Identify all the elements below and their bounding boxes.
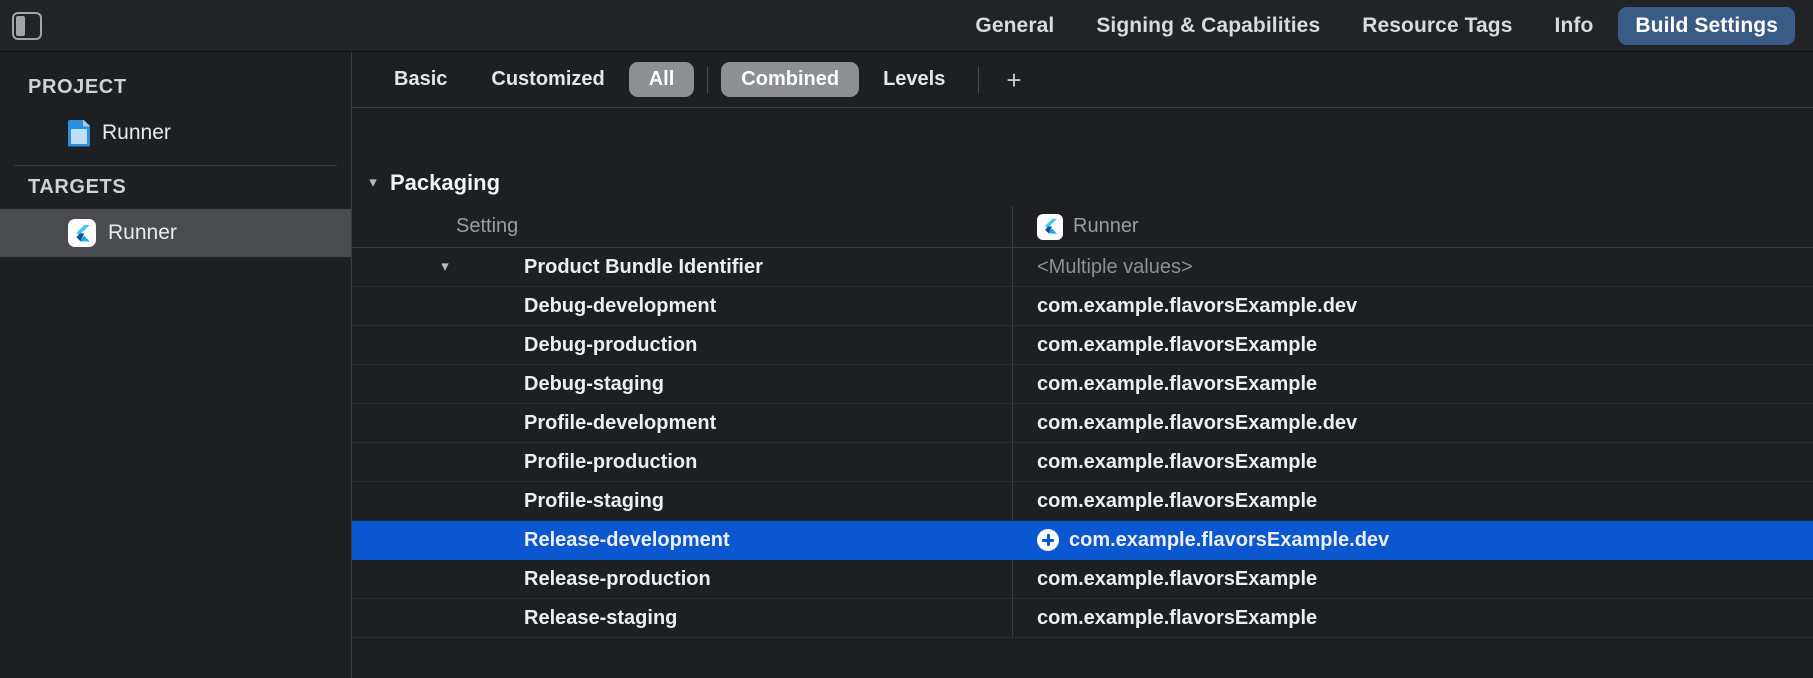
column-header-setting-label: Setting <box>456 215 519 237</box>
build-settings-pane: Basic Customized All Combined Levels + ▾ Pack… <box>352 52 1813 678</box>
chevron-down-icon[interactable]: ▾ <box>438 257 452 275</box>
configuration-value-cell[interactable]: com.example.flavorsExample.dev <box>1012 287 1813 325</box>
sidebar-toggle-fill <box>16 15 25 36</box>
configuration-value: com.example.flavorsExample.dev <box>1037 411 1358 434</box>
configuration-value: com.example.flavorsExample <box>1037 372 1318 395</box>
configuration-rows: Debug-development com.example.flavorsExam… <box>352 287 1813 638</box>
table-row[interactable]: Release-development com.example.flavorsEx… <box>352 521 1813 560</box>
sidebar-left-panel-icon[interactable] <box>12 11 42 40</box>
filter-combined[interactable]: Combined <box>721 62 860 97</box>
configuration-value-cell[interactable]: com.example.flavorsExample <box>1012 599 1813 637</box>
configuration-name-cell: Release-production <box>352 568 1012 591</box>
sidebar-item-label: Runner <box>108 221 177 244</box>
configuration-value: com.example.flavorsExample.dev <box>1069 528 1390 551</box>
editor-tabs: General Signing & Capabilities Resource Ta… <box>958 6 1795 46</box>
tab-info[interactable]: Info <box>1538 7 1611 45</box>
table-row[interactable]: Debug-staging com.example.flavorsExample <box>352 365 1813 404</box>
configuration-name: Release-staging <box>524 606 678 629</box>
sidebar-item-project-runner[interactable]: Runner <box>0 109 351 157</box>
configuration-name: Release-production <box>524 567 711 590</box>
add-filter-button[interactable]: + <box>992 65 1035 95</box>
setting-name-cell: ▾ Product Bundle Identifier <box>352 256 1012 279</box>
configuration-name: Debug-staging <box>524 372 664 395</box>
chevron-down-icon[interactable]: ▾ <box>366 173 380 191</box>
tab-general[interactable]: General <box>958 7 1071 45</box>
table-row[interactable]: Profile-staging com.example.flavorsExampl… <box>352 482 1813 521</box>
configuration-value: com.example.flavorsExample.dev <box>1037 294 1358 317</box>
tab-resource-tags[interactable]: Resource Tags <box>1345 7 1529 45</box>
add-value-icon[interactable] <box>1037 529 1059 551</box>
sidebar-group-label-targets: TARGETS <box>28 176 127 198</box>
filter-levels[interactable]: Levels <box>863 62 965 97</box>
editor-tab-bar: General Signing & Capabilities Resource Ta… <box>0 0 1813 52</box>
flutter-logo-icon <box>1037 213 1063 240</box>
table-column-header: Setting Runner <box>352 206 1813 248</box>
configuration-name: Profile-staging <box>524 489 665 512</box>
configuration-name-cell: Debug-staging <box>352 373 1012 396</box>
filter-separator <box>978 66 980 93</box>
configuration-value: com.example.flavorsExample <box>1037 450 1318 473</box>
configuration-name-cell: Debug-production <box>352 334 1012 357</box>
configuration-value: com.example.flavorsExample <box>1037 489 1318 512</box>
configuration-value-cell[interactable]: com.example.flavorsExample.dev <box>1012 404 1813 442</box>
filter-separator <box>707 66 709 93</box>
filter-all[interactable]: All <box>628 62 695 97</box>
configuration-name-cell: Release-staging <box>352 607 1012 630</box>
tab-signing-capabilities[interactable]: Signing & Capabilities <box>1079 7 1337 45</box>
filter-customized[interactable]: Customized <box>471 62 624 97</box>
section-title: Packaging <box>390 170 501 195</box>
configuration-name: Debug-production <box>524 333 698 356</box>
sidebar-item-label: Runner <box>102 121 171 144</box>
configuration-name-cell: Profile-development <box>352 412 1012 435</box>
configuration-value-cell[interactable]: com.example.flavorsExample <box>1012 365 1813 403</box>
document-icon <box>68 119 90 147</box>
configuration-value-cell[interactable]: com.example.flavorsExample.dev <box>1012 521 1813 559</box>
xcode-build-settings-window: General Signing & Capabilities Resource Ta… <box>0 0 1813 678</box>
table-row[interactable]: Profile-development com.example.flavorsEx… <box>352 404 1813 443</box>
column-header-target-cell: Runner <box>1012 206 1813 247</box>
table-row[interactable]: Release-staging com.example.flavorsExampl… <box>352 599 1813 638</box>
section-header-packaging[interactable]: ▾ Packaging <box>352 160 1813 206</box>
setting-value: <Multiple values> <box>1037 255 1193 278</box>
build-settings-table: ▾ Packaging Setting Runner ▾ Product Bun… <box>352 108 1813 678</box>
filter-basic[interactable]: Basic <box>374 62 467 97</box>
configuration-name-cell: Profile-production <box>352 451 1012 474</box>
setting-value-cell[interactable]: <Multiple values> <box>1012 248 1813 286</box>
table-top-spacer <box>352 108 1813 160</box>
configuration-name-cell: Profile-staging <box>352 490 1012 513</box>
setting-name: Product Bundle Identifier <box>524 255 763 278</box>
configuration-value-cell[interactable]: com.example.flavorsExample <box>1012 443 1813 481</box>
configuration-name: Release-development <box>524 528 730 551</box>
window-body: PROJECT Runner TARGETS Runner Basic Customiz… <box>0 52 1813 678</box>
configuration-value: com.example.flavorsExample <box>1037 333 1318 356</box>
configuration-value-cell[interactable]: com.example.flavorsExample <box>1012 560 1813 598</box>
configuration-value: com.example.flavorsExample <box>1037 567 1318 590</box>
build-settings-filter-bar: Basic Customized All Combined Levels + <box>352 52 1813 108</box>
configuration-value-cell[interactable]: com.example.flavorsExample <box>1012 326 1813 364</box>
table-row[interactable]: Profile-production com.example.flavorsExa… <box>352 443 1813 482</box>
table-row[interactable]: Debug-production com.example.flavorsExamp… <box>352 326 1813 365</box>
configuration-name: Profile-production <box>524 450 698 473</box>
table-row[interactable]: Release-production com.example.flavorsExa… <box>352 560 1813 599</box>
column-header-target-label: Runner <box>1073 215 1139 237</box>
project-navigator-sidebar: PROJECT Runner TARGETS Runner <box>0 52 352 678</box>
tab-build-settings[interactable]: Build Settings <box>1618 6 1795 45</box>
sidebar-item-targets-runner[interactable]: Runner <box>0 209 351 257</box>
configuration-value-cell[interactable]: com.example.flavorsExample <box>1012 482 1813 520</box>
configuration-name-cell: Debug-development <box>352 295 1012 318</box>
column-header-setting-cell: Setting <box>352 215 1012 238</box>
table-row-product-bundle-identifier[interactable]: ▾ Product Bundle Identifier <Multiple va… <box>352 248 1813 287</box>
configuration-name: Profile-development <box>524 411 717 434</box>
configuration-name-cell: Release-development <box>352 529 1012 552</box>
sidebar-group-label-project: PROJECT <box>28 76 127 98</box>
configuration-value: com.example.flavorsExample <box>1037 606 1318 629</box>
table-row[interactable]: Debug-development com.example.flavorsExam… <box>352 287 1813 326</box>
flutter-logo-icon <box>68 219 96 247</box>
configuration-name: Debug-development <box>524 294 717 317</box>
